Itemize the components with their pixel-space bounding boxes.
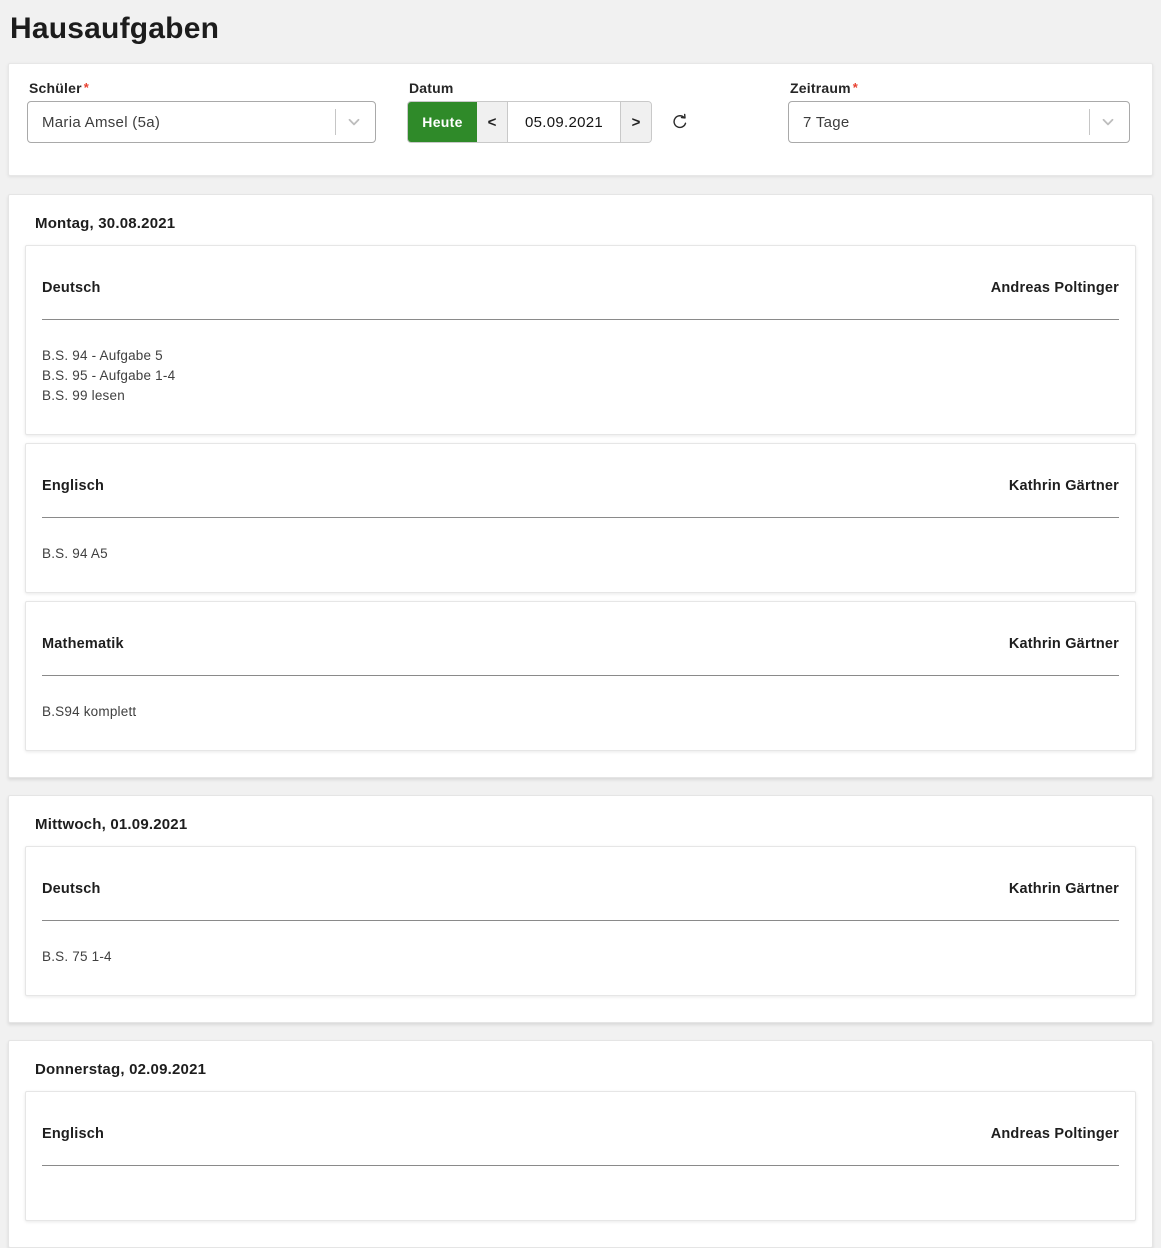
homework-card-header: Mathematik Kathrin Gärtner — [42, 636, 1119, 653]
divider — [42, 920, 1119, 921]
student-select-value: Maria Amsel (5a) — [42, 114, 160, 131]
homework-card: Englisch Kathrin Gärtner B.S. 94 A5 — [25, 443, 1136, 593]
date-field[interactable]: 05.09.2021 — [507, 102, 621, 142]
homework-card-header: Deutsch Kathrin Gärtner — [42, 881, 1119, 898]
homework-card-header: Englisch Kathrin Gärtner — [42, 478, 1119, 495]
day-list: Montag, 30.08.2021 Deutsch Andreas Polti… — [0, 194, 1161, 1248]
homework-text-line: B.S. 99 lesen — [42, 386, 1119, 406]
page-title: Hausaufgaben — [0, 0, 1161, 46]
student-label-text: Schüler — [29, 80, 82, 96]
homework-card: Mathematik Kathrin Gärtner B.S94 komplet… — [25, 601, 1136, 751]
teacher-label: Kathrin Gärtner — [1009, 881, 1119, 898]
homework-text: B.S. 94 - Aufgabe 5B.S. 95 - Aufgabe 1-4… — [42, 346, 1119, 406]
period-filter: Zeitraum* 7 Tage — [788, 80, 1130, 143]
period-label-text: Zeitraum — [790, 80, 851, 96]
select-divider — [335, 109, 336, 135]
teacher-label: Kathrin Gärtner — [1009, 478, 1119, 495]
divider — [42, 319, 1119, 320]
required-marker: * — [853, 80, 858, 95]
homework-text-line: B.S94 komplett — [42, 702, 1119, 722]
homework-card-header: Englisch Andreas Poltinger — [42, 1126, 1119, 1143]
student-filter: Schüler* Maria Amsel (5a) — [27, 80, 376, 143]
homework-text: B.S. 94 A5 — [42, 544, 1119, 564]
student-select[interactable]: Maria Amsel (5a) — [27, 101, 376, 143]
today-button[interactable]: Heute — [408, 102, 477, 142]
lesson-list: Englisch Andreas Poltinger — [25, 1091, 1136, 1221]
subject-label: Mathematik — [42, 636, 124, 653]
day-card: Mittwoch, 01.09.2021 Deutsch Kathrin Gär… — [8, 795, 1153, 1023]
teacher-label: Andreas Poltinger — [991, 1126, 1119, 1143]
teacher-label: Kathrin Gärtner — [1009, 636, 1119, 653]
period-select[interactable]: 7 Tage — [788, 101, 1130, 143]
homework-text: B.S94 komplett — [42, 702, 1119, 722]
period-select-value: 7 Tage — [803, 114, 850, 131]
homework-text: B.S. 75 1-4 — [42, 947, 1119, 967]
date-controls: Heute < 05.09.2021 > — [407, 101, 690, 143]
subject-label: Englisch — [42, 478, 104, 495]
student-label: Schüler* — [29, 80, 376, 96]
day-card: Donnerstag, 02.09.2021 Englisch Andreas … — [8, 1040, 1153, 1248]
day-title: Mittwoch, 01.09.2021 — [35, 816, 1136, 834]
lesson-list: Deutsch Andreas Poltinger B.S. 94 - Aufg… — [25, 245, 1136, 751]
next-day-button[interactable]: > — [621, 102, 651, 142]
divider — [42, 1165, 1119, 1166]
day-title: Donnerstag, 02.09.2021 — [35, 1061, 1136, 1079]
refresh-icon[interactable] — [670, 112, 690, 132]
divider — [42, 675, 1119, 676]
homework-text-line: B.S. 95 - Aufgabe 1-4 — [42, 366, 1119, 386]
day-title: Montag, 30.08.2021 — [35, 215, 1136, 233]
select-divider — [1089, 109, 1090, 135]
period-label: Zeitraum* — [790, 80, 1130, 96]
day-card: Montag, 30.08.2021 Deutsch Andreas Polti… — [8, 194, 1153, 778]
homework-text-line: B.S. 75 1-4 — [42, 947, 1119, 967]
chevron-down-icon — [1099, 113, 1117, 131]
homework-text-line: B.S. 94 A5 — [42, 544, 1119, 564]
divider — [42, 517, 1119, 518]
homework-text-line: B.S. 94 - Aufgabe 5 — [42, 346, 1119, 366]
subject-label: Englisch — [42, 1126, 104, 1143]
homework-card: Englisch Andreas Poltinger — [25, 1091, 1136, 1221]
filter-panel: Schüler* Maria Amsel (5a) Datum Heute < … — [8, 63, 1153, 176]
date-label-text: Datum — [409, 80, 454, 96]
teacher-label: Andreas Poltinger — [991, 280, 1119, 297]
homework-card-header: Deutsch Andreas Poltinger — [42, 280, 1119, 297]
date-filter: Datum Heute < 05.09.2021 > — [407, 80, 690, 143]
required-marker: * — [84, 80, 89, 95]
homework-card: Deutsch Kathrin Gärtner B.S. 75 1-4 — [25, 846, 1136, 996]
chevron-down-icon — [345, 113, 363, 131]
subject-label: Deutsch — [42, 280, 101, 297]
lesson-list: Deutsch Kathrin Gärtner B.S. 75 1-4 — [25, 846, 1136, 996]
subject-label: Deutsch — [42, 881, 101, 898]
homework-card: Deutsch Andreas Poltinger B.S. 94 - Aufg… — [25, 245, 1136, 435]
prev-day-button[interactable]: < — [477, 102, 507, 142]
date-button-group: Heute < 05.09.2021 > — [407, 101, 652, 143]
date-label: Datum — [409, 80, 690, 96]
